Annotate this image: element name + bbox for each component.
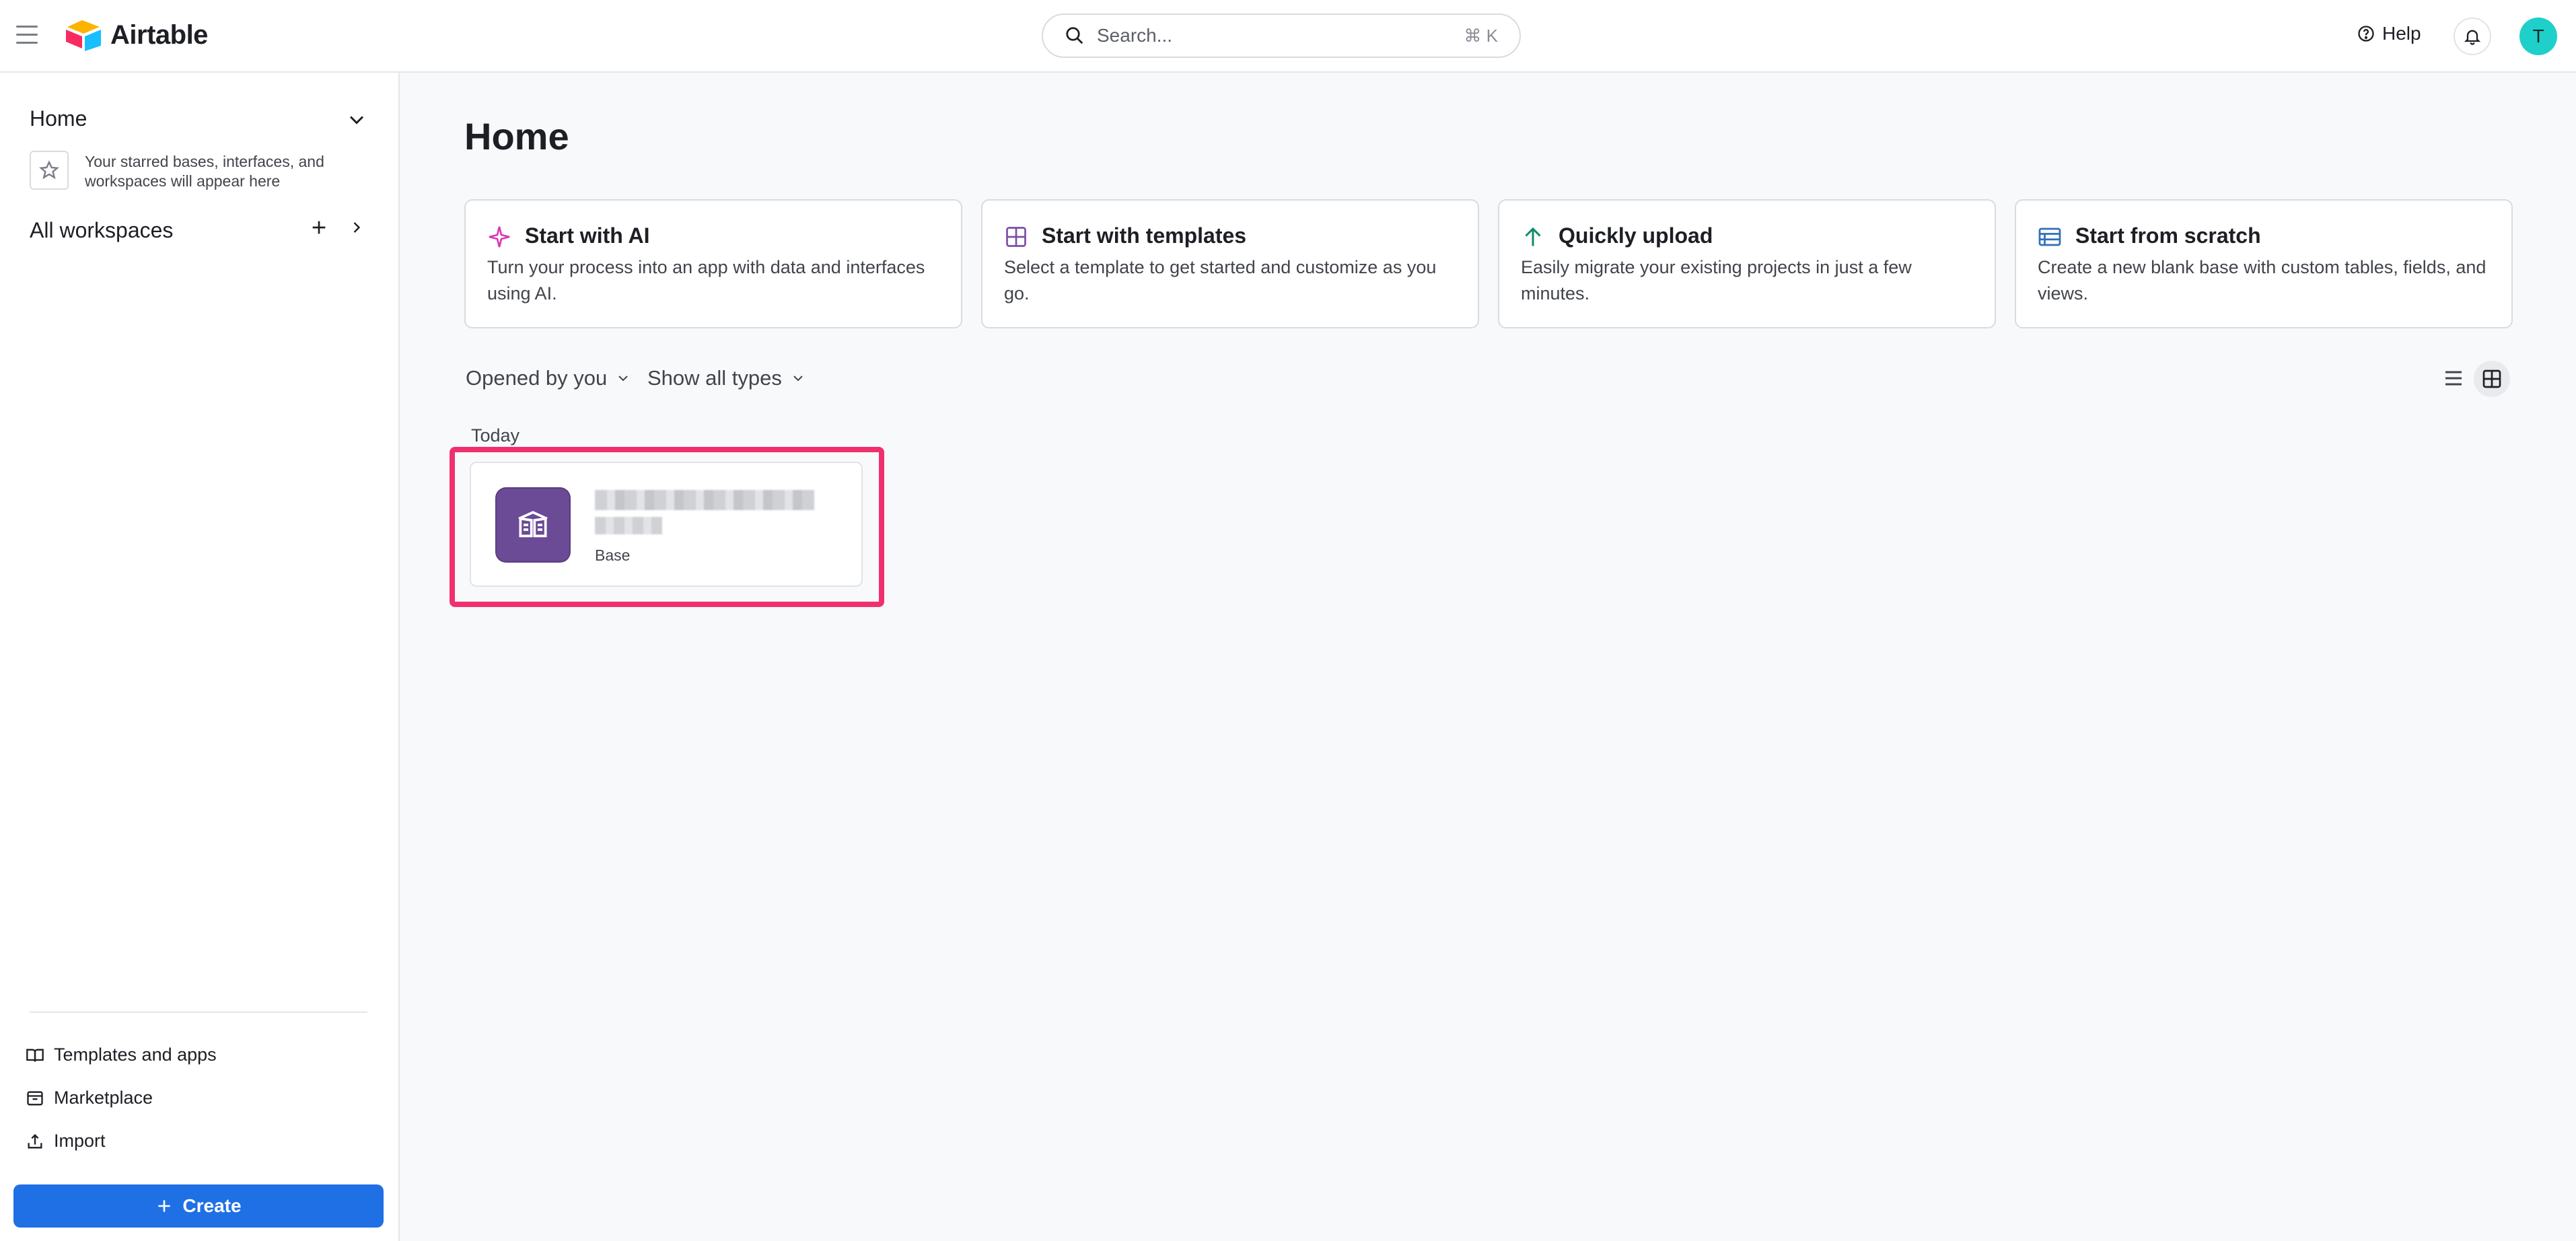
- chevron-right-icon[interactable]: [347, 218, 366, 237]
- start-with-templates-card[interactable]: Start with templates Select a template t…: [981, 199, 1479, 328]
- sidebar-item-templates[interactable]: Templates and apps: [26, 1044, 217, 1065]
- card-description: Select a template to get started and cus…: [1004, 257, 1437, 304]
- section-today-label: Today: [471, 425, 520, 446]
- help-label: Help: [2382, 23, 2421, 44]
- menu-icon[interactable]: [16, 26, 38, 46]
- list-view-icon[interactable]: [2441, 366, 2466, 390]
- filter-label: Show all types: [647, 366, 782, 390]
- starred-note: Your starred bases, interfaces, and work…: [85, 153, 324, 190]
- card-description: Create a new blank base with custom tabl…: [2038, 257, 2486, 304]
- book-icon: [26, 1049, 44, 1062]
- create-label: Create: [182, 1195, 242, 1216]
- star-placeholder: [30, 151, 69, 190]
- card-title: Start with templates: [1042, 223, 1247, 248]
- start-from-scratch-card[interactable]: Start from scratch Create a new blank ba…: [2015, 199, 2513, 328]
- highlight-box: [450, 447, 884, 607]
- grid-view-icon: [2482, 369, 2501, 388]
- sidebar-item-label: Templates and apps: [54, 1044, 217, 1065]
- sidebar-all-workspaces[interactable]: All workspaces: [30, 218, 173, 243]
- sidebar-home-label[interactable]: Home: [30, 106, 87, 131]
- sidebar: Home Your starred bases, interfaces, and…: [0, 73, 400, 1241]
- opened-by-filter[interactable]: Opened by you: [466, 366, 631, 390]
- quickly-upload-card[interactable]: Quickly upload Easily migrate your exist…: [1498, 199, 1996, 328]
- sparkle-icon: [489, 226, 510, 248]
- upload-icon: [28, 1133, 42, 1148]
- star-icon: [39, 160, 59, 180]
- sidebar-item-label: Import: [54, 1131, 106, 1151]
- arrow-up-icon: [1525, 227, 1541, 246]
- table-icon: [2038, 227, 2061, 246]
- filter-label: Opened by you: [466, 366, 608, 390]
- grid-icon: [1006, 227, 1026, 247]
- card-description: Easily migrate your existing projects in…: [1521, 257, 1912, 304]
- notifications-button[interactable]: [2454, 17, 2491, 55]
- bell-icon: [2464, 30, 2481, 45]
- type-filter[interactable]: Show all types: [647, 366, 806, 390]
- search-placeholder: Search...: [1097, 25, 1173, 46]
- airtable-logo-icon: [66, 20, 101, 51]
- logo-text: Airtable: [110, 20, 208, 50]
- sidebar-item-label: Marketplace: [54, 1088, 153, 1108]
- store-icon: [27, 1091, 43, 1105]
- chevron-down-icon[interactable]: [345, 108, 369, 132]
- chevron-down-icon: [793, 376, 803, 382]
- chevron-down-icon: [618, 376, 628, 382]
- sidebar-divider: [30, 1012, 367, 1013]
- sidebar-item-import[interactable]: Import: [26, 1131, 106, 1151]
- avatar[interactable]: T: [2519, 17, 2557, 55]
- create-button[interactable]: Create: [13, 1184, 384, 1228]
- help-icon: [2358, 26, 2374, 42]
- card-description: Turn your process into an app with data …: [487, 257, 925, 304]
- help-button[interactable]: Help: [2357, 23, 2421, 44]
- search-shortcut: ⌘ K: [1464, 25, 1498, 46]
- top-bar: Airtable Search... ⌘ K Help T: [0, 0, 2576, 73]
- add-workspace-icon[interactable]: [308, 217, 330, 238]
- card-title: Quickly upload: [1559, 223, 1713, 248]
- card-title: Start from scratch: [2075, 223, 2261, 248]
- start-with-ai-card[interactable]: Start with AI Turn your process into an …: [464, 199, 962, 328]
- page-title: Home: [464, 115, 569, 157]
- search-bar[interactable]: Search... ⌘ K: [1042, 13, 1521, 58]
- sidebar-item-marketplace[interactable]: Marketplace: [26, 1088, 153, 1108]
- card-title: Start with AI: [525, 223, 650, 248]
- grid-view-button[interactable]: [2474, 361, 2510, 397]
- search-icon: [1066, 27, 1083, 44]
- plus-icon: [158, 1200, 171, 1212]
- airtable-logo[interactable]: Airtable: [65, 19, 208, 51]
